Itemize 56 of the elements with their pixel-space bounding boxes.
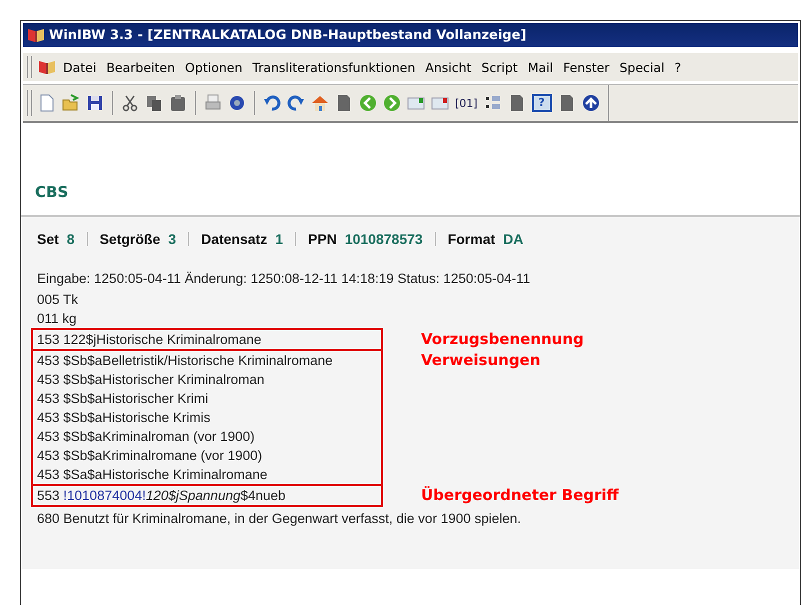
record-line: 011 kg	[37, 310, 78, 328]
menu-item[interactable]: Special	[614, 58, 670, 76]
record-header: Eingabe: 1250:05-04-11 Änderung: 1250:08-12-11 14:18:19 Status: 1250:05-04-11	[37, 270, 532, 288]
field-label: Set	[37, 231, 59, 247]
window-title: WinIBW 3.3 - [ZENTRALKATALOG DNB-Hauptbestand Vollanzeige]	[49, 28, 526, 42]
new-document-icon[interactable]	[38, 94, 56, 112]
annotation-label: Übergeordneter Begriff	[421, 486, 619, 504]
menu-book-icon	[38, 59, 56, 75]
help-window-icon[interactable]: ?	[532, 94, 552, 112]
record-line: 680 Benutzt für Kriminalromane, in der Gegenwart verfasst, die vor 1900 spielen.	[37, 510, 522, 528]
menu-item[interactable]: Mail	[522, 58, 558, 76]
record-line: 005 Tk	[37, 291, 78, 309]
field-value: 1010878573	[344, 231, 423, 247]
open-folder-icon[interactable]	[62, 94, 80, 112]
undo-icon[interactable]	[263, 94, 281, 112]
record-line: 453 $Sb$aKriminalromane (vor 1900)	[37, 447, 264, 465]
record-line: 453 $Sb$aKriminalroman (vor 1900)	[37, 428, 256, 446]
record-link[interactable]: !1010874004!	[63, 488, 146, 503]
menu-item[interactable]: Optionen	[180, 58, 248, 76]
up-arrow-icon[interactable]	[582, 94, 600, 112]
record-line: 453 $Sb$aHistorische Krimis	[37, 409, 212, 427]
annotation-label: Verweisungen	[421, 351, 540, 369]
copy-icon[interactable]	[145, 94, 163, 112]
record-line: 453 $Sb$aHistorischer Kriminalroman	[37, 371, 266, 389]
menu-item[interactable]: Script	[476, 58, 523, 76]
redo-icon[interactable]	[287, 94, 305, 112]
save-icon[interactable]	[86, 94, 104, 112]
annotation-label: Vorzugsbenennung	[421, 330, 584, 348]
field-value: 8	[66, 231, 75, 247]
field-label: Datensatz	[201, 231, 268, 247]
record-line: 553 !1010874004!120$jSpannung$4nueb	[37, 487, 287, 505]
field-value: 1	[275, 231, 284, 247]
printer-icon[interactable]	[204, 94, 222, 112]
scissors-icon[interactable]	[121, 94, 139, 112]
field-label: Format	[448, 231, 496, 247]
menu-item[interactable]: Bearbeiten	[101, 58, 180, 76]
record-line: 453 $Sb$aHistorischer Krimi	[37, 390, 210, 408]
tree-icon[interactable]	[484, 94, 502, 112]
field-value: DA	[503, 231, 524, 247]
record-line: 453 $Sa$aHistorische Kriminalromane	[37, 466, 268, 484]
app-icon	[27, 27, 45, 43]
paste-icon[interactable]	[169, 94, 187, 112]
system-name: CBS	[35, 183, 68, 201]
menu-item[interactable]: Datei	[58, 58, 102, 76]
field-label: PPN	[308, 231, 337, 247]
menu-item[interactable]: Fenster	[558, 58, 614, 76]
field-value: 3	[168, 231, 176, 247]
menu-item[interactable]: Ansicht	[420, 58, 476, 76]
field-label: Setgröße	[100, 231, 160, 247]
record-line: 453 $Sb$aBelletristik/Historische Kriminalromane	[37, 352, 334, 370]
numbering-tool[interactable]: [01]	[455, 96, 478, 110]
record-line: 153 122$jHistorische Kriminalromane	[37, 331, 262, 349]
menu-item[interactable]: Transliterationsfunktionen	[247, 58, 420, 76]
home-icon[interactable]	[311, 94, 329, 112]
document-icon[interactable]	[335, 94, 353, 112]
menu-item[interactable]: ?	[670, 58, 686, 76]
